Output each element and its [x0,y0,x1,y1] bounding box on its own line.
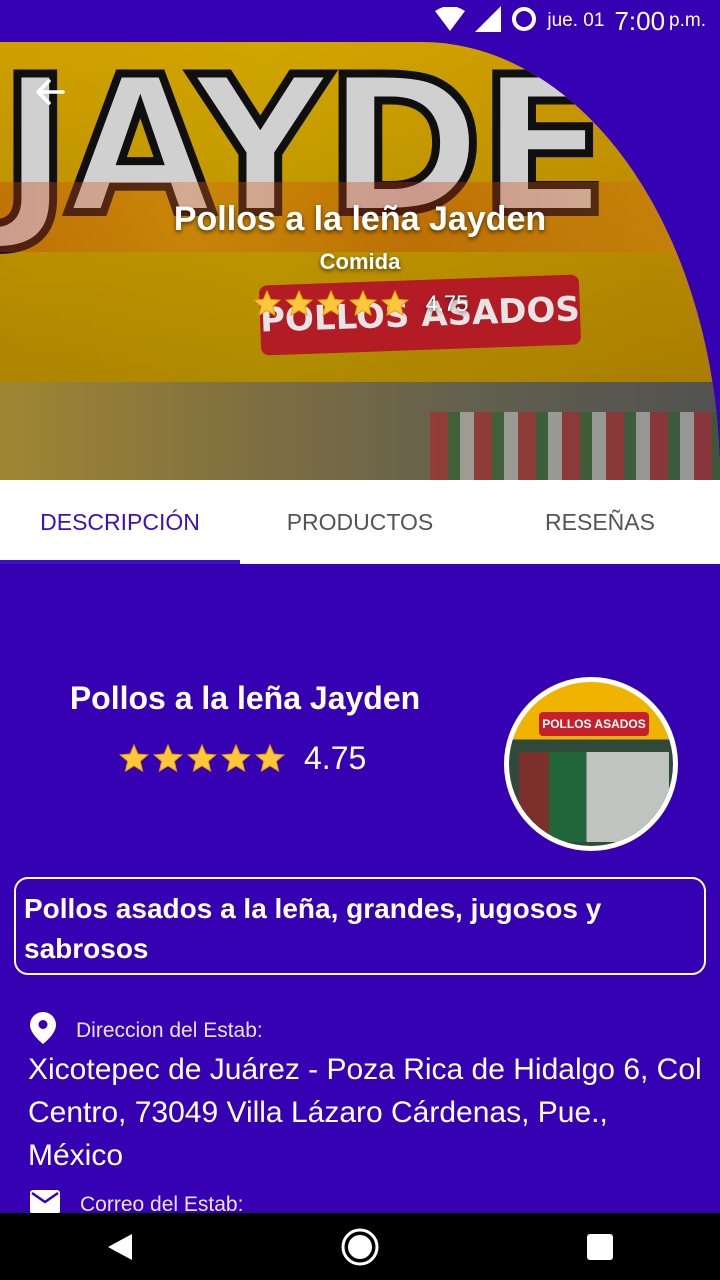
star-icon [254,743,286,772]
cell-signal-icon [475,5,502,37]
header-info: Pollos a la leña Jayden Comida 4.75 [0,200,720,319]
address-label-row: Direccion del Estab: [30,1012,263,1049]
header-category: Comida [319,249,401,274]
square-recents-icon [587,1233,613,1260]
status-date: jue. 01 [547,10,605,31]
star-icon [284,289,313,317]
header-star-rating [252,289,410,319]
back-button[interactable] [28,70,72,114]
star-icon [186,743,218,772]
circle-home-icon [341,1228,379,1265]
address-value: Xicotepec de Juárez - Poza Rica de Hidal… [28,1053,702,1172]
navigation-bar [0,1213,720,1280]
nav-back-button[interactable] [90,1217,150,1277]
avatar-shop-photo [519,752,669,842]
star-icon [252,289,281,317]
business-name: Pollos a la leña Jayden [69,680,421,716]
header-title: Pollos a la leña Jayden [173,200,547,238]
nav-home-button[interactable] [330,1217,390,1277]
header-rating: 4.75 [0,289,720,319]
wifi-icon [435,5,466,36]
status-time: 7:00 [614,5,666,36]
business-avatar: POLLOS ASADOS [504,677,678,851]
tab-bar: DESCRIPCIÓN PRODUCTOS RESEÑAS [0,480,720,564]
triangle-back-icon [108,1233,132,1260]
nav-recents-button[interactable] [570,1217,630,1277]
battery-ring-icon [511,6,537,37]
location-pin-icon [30,1012,56,1049]
business-rating: 4.75 [118,740,366,777]
avatar-banner: POLLOS ASADOS [539,712,649,736]
star-icon [152,743,184,772]
header-rating-value: 4.75 [425,291,469,316]
tab-descripcion[interactable]: DESCRIPCIÓN [0,480,240,564]
star-icon [348,289,377,317]
star-icon [118,743,150,772]
header: JAYDE POLLOS ASADOS Pollos a la leña Jay… [0,42,720,480]
status-ampm: p.m. [669,10,706,31]
star-icon [220,743,252,772]
business-description: Pollos asados a la leña, grandes, jugoso… [14,877,706,975]
tab-resenas[interactable]: RESEÑAS [480,480,720,564]
arrow-left-icon [36,79,65,105]
tab-productos[interactable]: PRODUCTOS [240,480,480,564]
business-rating-value: 4.75 [304,740,367,776]
status-bar: jue. 01 7:00 p.m. [0,0,720,42]
business-star-rating [118,743,286,775]
star-icon [380,289,409,317]
address-label: Direccion del Estab: [76,1018,263,1042]
star-icon [316,289,345,317]
